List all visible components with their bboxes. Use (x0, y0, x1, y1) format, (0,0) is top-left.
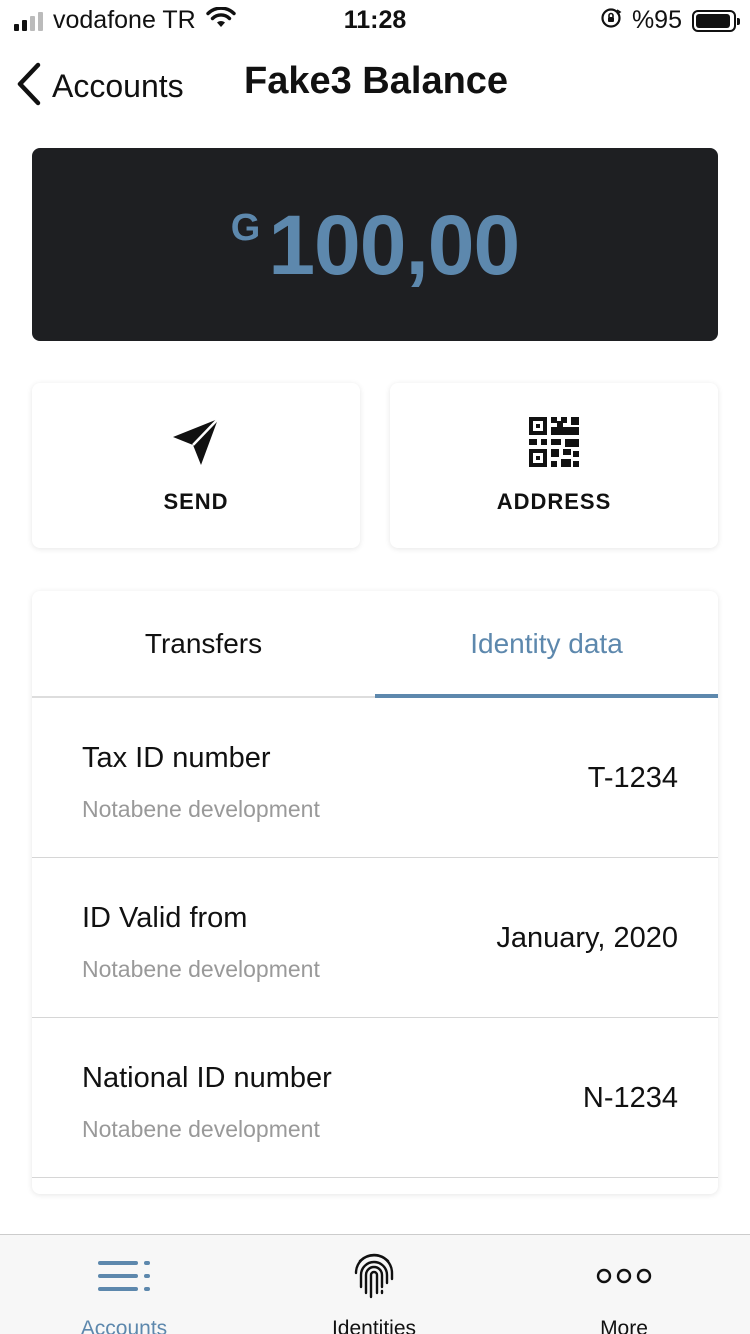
tab-identities[interactable]: Identities (274, 1251, 474, 1334)
battery-fill (696, 13, 731, 28)
balance-display: G 100,00 (230, 197, 520, 292)
tab-identity-data[interactable]: Identity data (375, 591, 718, 698)
tab-transfers[interactable]: Transfers (32, 591, 375, 696)
row-source: Notabene development (82, 956, 320, 982)
send-label: SEND (163, 488, 229, 514)
list-item[interactable]: National ID number Notabene development … (32, 1018, 718, 1178)
bottom-tab-bar: Accounts Identities More (0, 1234, 750, 1334)
chevron-left-icon (16, 62, 42, 111)
row-label: ID Valid from (82, 902, 248, 934)
currency-symbol: G (230, 206, 261, 249)
list-item[interactable]: Tax ID number Notabene development T-123… (32, 698, 718, 858)
list-item[interactable]: ID Valid from Notabene development Janua… (32, 858, 718, 1018)
balance-amount: 100,00 (268, 197, 520, 292)
row-value: N-1234 (582, 1082, 678, 1114)
row-value: T-1234 (587, 762, 678, 794)
orientation-lock-icon (600, 7, 622, 34)
back-label: Accounts (52, 68, 184, 104)
navigation-bar: Accounts Fake3 Balance (0, 42, 750, 128)
tab-accounts[interactable]: Accounts (24, 1251, 224, 1334)
tab-more[interactable]: More (524, 1251, 724, 1334)
address-label: ADDRESS (496, 488, 612, 514)
tab-bar-segment: Transfers Identity data (32, 591, 718, 698)
fingerprint-icon (351, 1251, 397, 1301)
back-button[interactable]: Accounts (16, 62, 184, 111)
status-right: %95 (600, 6, 740, 35)
tab-more-label: More (600, 1317, 648, 1334)
menu-lines-icon (96, 1251, 152, 1301)
screen: vodafone TR 11:28 %95 Accounts Fake3 Bal… (0, 0, 750, 1334)
battery-icon (692, 9, 740, 32)
row-value: January, 2020 (496, 922, 678, 954)
row-source: Notabene development (82, 796, 320, 822)
balance-card: G 100,00 (32, 148, 718, 341)
tab-accounts-label: Accounts (80, 1317, 168, 1334)
row-source: Notabene development (82, 1116, 320, 1142)
identity-card: Transfers Identity data Tax ID number No… (32, 591, 718, 1194)
more-dots-icon (596, 1251, 652, 1301)
send-button[interactable]: SEND (32, 383, 360, 548)
status-bar: vodafone TR 11:28 %95 (0, 0, 750, 42)
battery-percent: %95 (631, 6, 682, 34)
page-title: Fake3 Balance (244, 60, 509, 102)
row-label: National ID number (82, 1062, 332, 1094)
address-button[interactable]: ADDRESS (390, 383, 718, 548)
paper-plane-icon (171, 417, 221, 467)
qr-code-icon (529, 416, 579, 467)
row-label: Tax ID number (82, 742, 271, 774)
tab-identities-label: Identities (331, 1317, 417, 1334)
